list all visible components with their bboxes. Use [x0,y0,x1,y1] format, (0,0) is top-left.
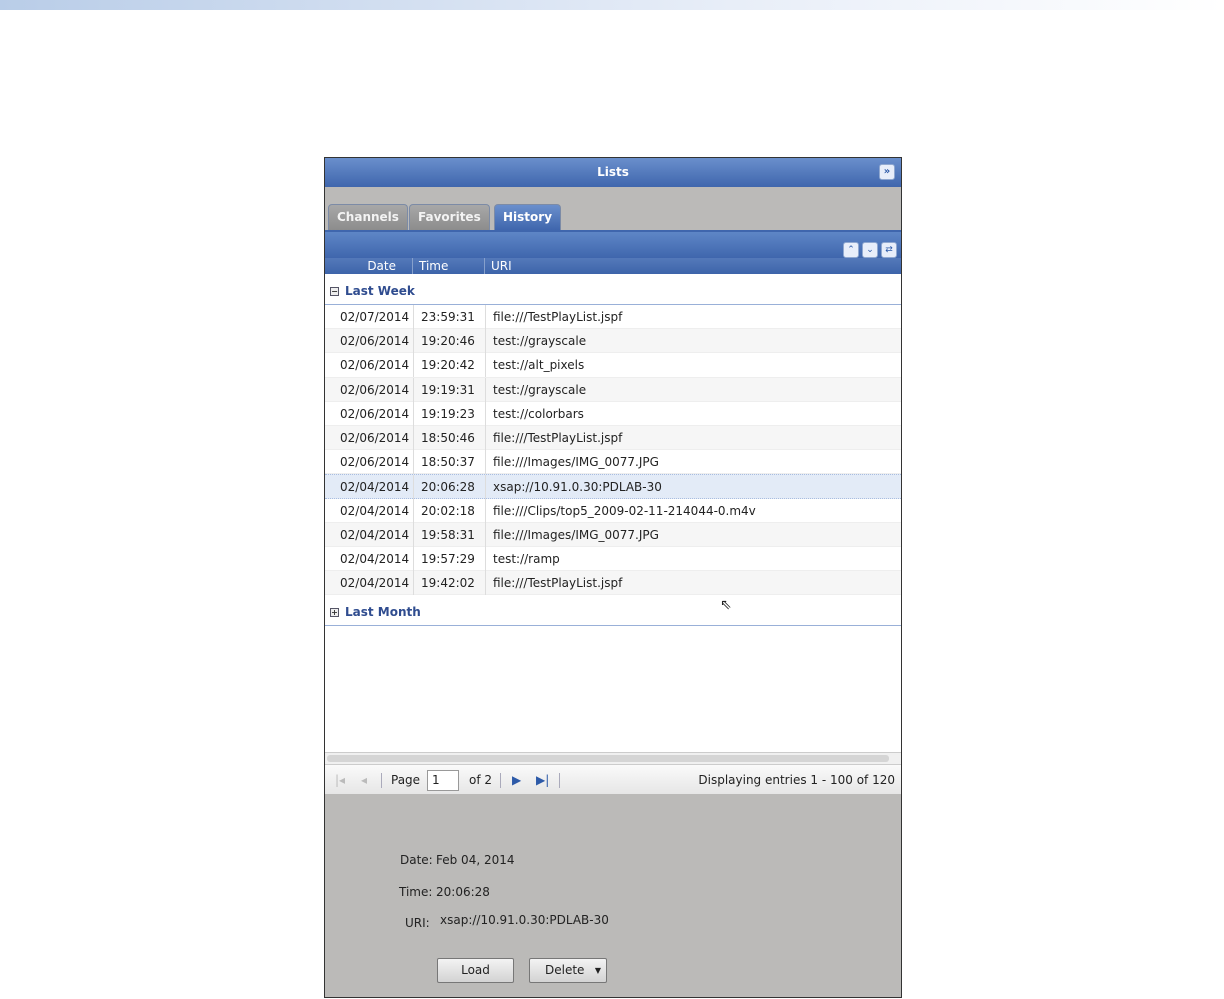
cell-uri: file:///Images/IMG_0077.JPG [485,522,659,547]
cell-time: 19:42:02 [413,571,475,596]
separator [381,773,382,788]
tab-history[interactable]: History [494,204,562,230]
group-label: Last Week [345,284,415,298]
table-row[interactable]: 02/06/2014 18:50:46 file:///TestPlayList.j… [325,425,901,451]
collapse-all-icon[interactable]: ⌄ [862,242,878,258]
scrollbar-thumb[interactable] [327,755,889,762]
cell-uri: file:///TestPlayList.jspf [485,305,622,329]
cell-time: 18:50:37 [413,450,475,475]
group-last-month[interactable]: + Last Month [325,595,901,627]
cell-uri: xsap://10.91.0.30:PDLAB-30 [485,475,662,500]
cell-date: 02/06/2014 [340,334,410,349]
cell-date: 02/04/2014 [340,527,410,542]
page-input[interactable]: 1 [427,770,459,791]
time-label: Time: [399,885,433,899]
expand-all-icon[interactable]: ⌃ [843,242,859,258]
table-row[interactable]: 02/04/2014 20:06:28 xsap://10.91.0.30:PDLA… [325,474,901,500]
cell-date: 02/06/2014 [340,455,410,470]
column-uri[interactable]: URI [484,258,512,274]
horizontal-scrollbar[interactable] [325,752,901,764]
separator [559,773,560,788]
table-row[interactable]: 02/06/2014 18:50:37 file:///Images/IMG_007… [325,450,901,475]
tab-strip: Channels Favorites History [325,187,901,230]
panel-titlebar: Lists » [325,158,901,187]
tab-channels[interactable]: Channels [328,204,408,230]
delete-label: Delete [545,963,585,977]
table-row[interactable]: 02/04/2014 19:58:31 file:///Images/IMG_007… [325,522,901,547]
cell-time: 18:50:46 [413,425,475,450]
refresh-icon[interactable]: ⇄ [881,242,897,258]
cell-time: 19:58:31 [413,522,475,547]
cell-uri: test://ramp [485,546,560,571]
mouse-cursor-icon: ⇖ [720,597,732,613]
cell-uri: test://grayscale [485,329,586,354]
cell-time: 19:20:46 [413,329,475,354]
top-gradient-bar [0,0,1224,10]
cell-date: 02/04/2014 [340,480,410,495]
cell-time: 20:02:18 [413,498,475,523]
date-value: Feb 04, 2014 [436,853,515,867]
cell-uri: test://grayscale [485,377,586,402]
cell-uri: file:///TestPlayList.jspf [485,571,622,596]
page-label: Page [391,773,421,787]
cell-date: 02/04/2014 [340,503,410,518]
column-header: Date Time URI [325,258,901,274]
prev-page-icon[interactable]: ◂ [361,765,367,795]
delete-button[interactable]: Delete ▼ [529,958,607,983]
cell-time: 19:19:23 [413,401,475,426]
first-page-icon[interactable]: |◂ [335,765,345,795]
cell-time: 19:19:31 [413,377,475,402]
next-page-icon[interactable]: ▶ [512,765,521,795]
date-label: Date: [400,853,433,867]
cell-time: 23:59:31 [413,305,475,329]
table-row[interactable]: 02/04/2014 19:42:02 file:///TestPlayList.j… [325,571,901,596]
table-row[interactable]: 02/04/2014 20:02:18 file:///Clips/top5_200… [325,498,901,523]
lists-panel: Lists » Channels Favorites History ⌃ ⌄ ⇄… [324,157,902,998]
dropdown-arrow-icon[interactable]: ▼ [595,959,601,982]
table-row[interactable]: 02/06/2014 19:19:31 test://grayscale [325,377,901,402]
details-panel: Date: Feb 04, 2014 Time: 20:06:28 URI: x… [325,794,901,999]
time-value: 20:06:28 [436,885,490,899]
column-time[interactable]: Time [412,258,484,274]
table-row[interactable]: 02/06/2014 19:20:42 test://alt_pixels [325,353,901,378]
history-grid: − Last Week 02/07/2014 23:59:31 file:///Tes… [325,274,901,752]
rows: 02/07/2014 23:59:31 file:///TestPlayList.j… [325,305,901,596]
uri-label: URI: [405,916,430,930]
table-row[interactable]: 02/06/2014 19:19:23 test://colorbars [325,401,901,426]
cell-time: 19:20:42 [413,353,475,378]
uri-value: xsap://10.91.0.30:PDLAB-30 [440,913,609,927]
cell-time: 19:57:29 [413,546,475,571]
cell-time: 20:06:28 [413,475,475,500]
cell-date: 02/07/2014 [340,310,410,324]
table-row[interactable]: 02/07/2014 23:59:31 file:///TestPlayList.j… [325,305,901,330]
separator [500,773,501,788]
last-page-icon[interactable]: ▶| [536,765,549,795]
collapse-group-icon[interactable]: − [330,287,339,296]
cell-date: 02/04/2014 [340,551,410,566]
paging-toolbar: |◂ ◂ Page 1 of 2 ▶ ▶| Displaying entries… [325,764,901,794]
cell-uri: test://colorbars [485,401,584,426]
expand-group-icon[interactable]: + [330,608,339,618]
panel-title: Lists [597,165,629,179]
cell-uri: file:///Images/IMG_0077.JPG [485,450,659,475]
cell-uri: file:///TestPlayList.jspf [485,425,622,450]
cell-uri: test://alt_pixels [485,353,584,378]
cell-date: 02/06/2014 [340,382,410,397]
cell-date: 02/06/2014 [340,358,410,373]
cell-uri: file:///Clips/top5_2009-02-11-214044-0.m… [485,498,756,523]
page-count: of 2 [469,773,493,787]
group-label: Last Month [345,605,421,620]
table-row[interactable]: 02/04/2014 19:57:29 test://ramp [325,546,901,572]
load-button[interactable]: Load [437,958,514,983]
cell-date: 02/06/2014 [340,430,410,445]
grid-toolbar: ⌃ ⌄ ⇄ [325,230,901,258]
table-row[interactable]: 02/06/2014 19:20:46 test://grayscale [325,329,901,354]
display-info: Displaying entries 1 - 100 of 120 [698,773,895,787]
cell-date: 02/06/2014 [340,406,410,421]
group-last-week[interactable]: − Last Week [325,274,901,305]
cell-date: 02/04/2014 [340,576,410,591]
column-date[interactable]: Date [325,258,412,274]
collapse-panel-icon[interactable]: » [879,164,895,180]
tab-favorites[interactable]: Favorites [409,204,490,230]
